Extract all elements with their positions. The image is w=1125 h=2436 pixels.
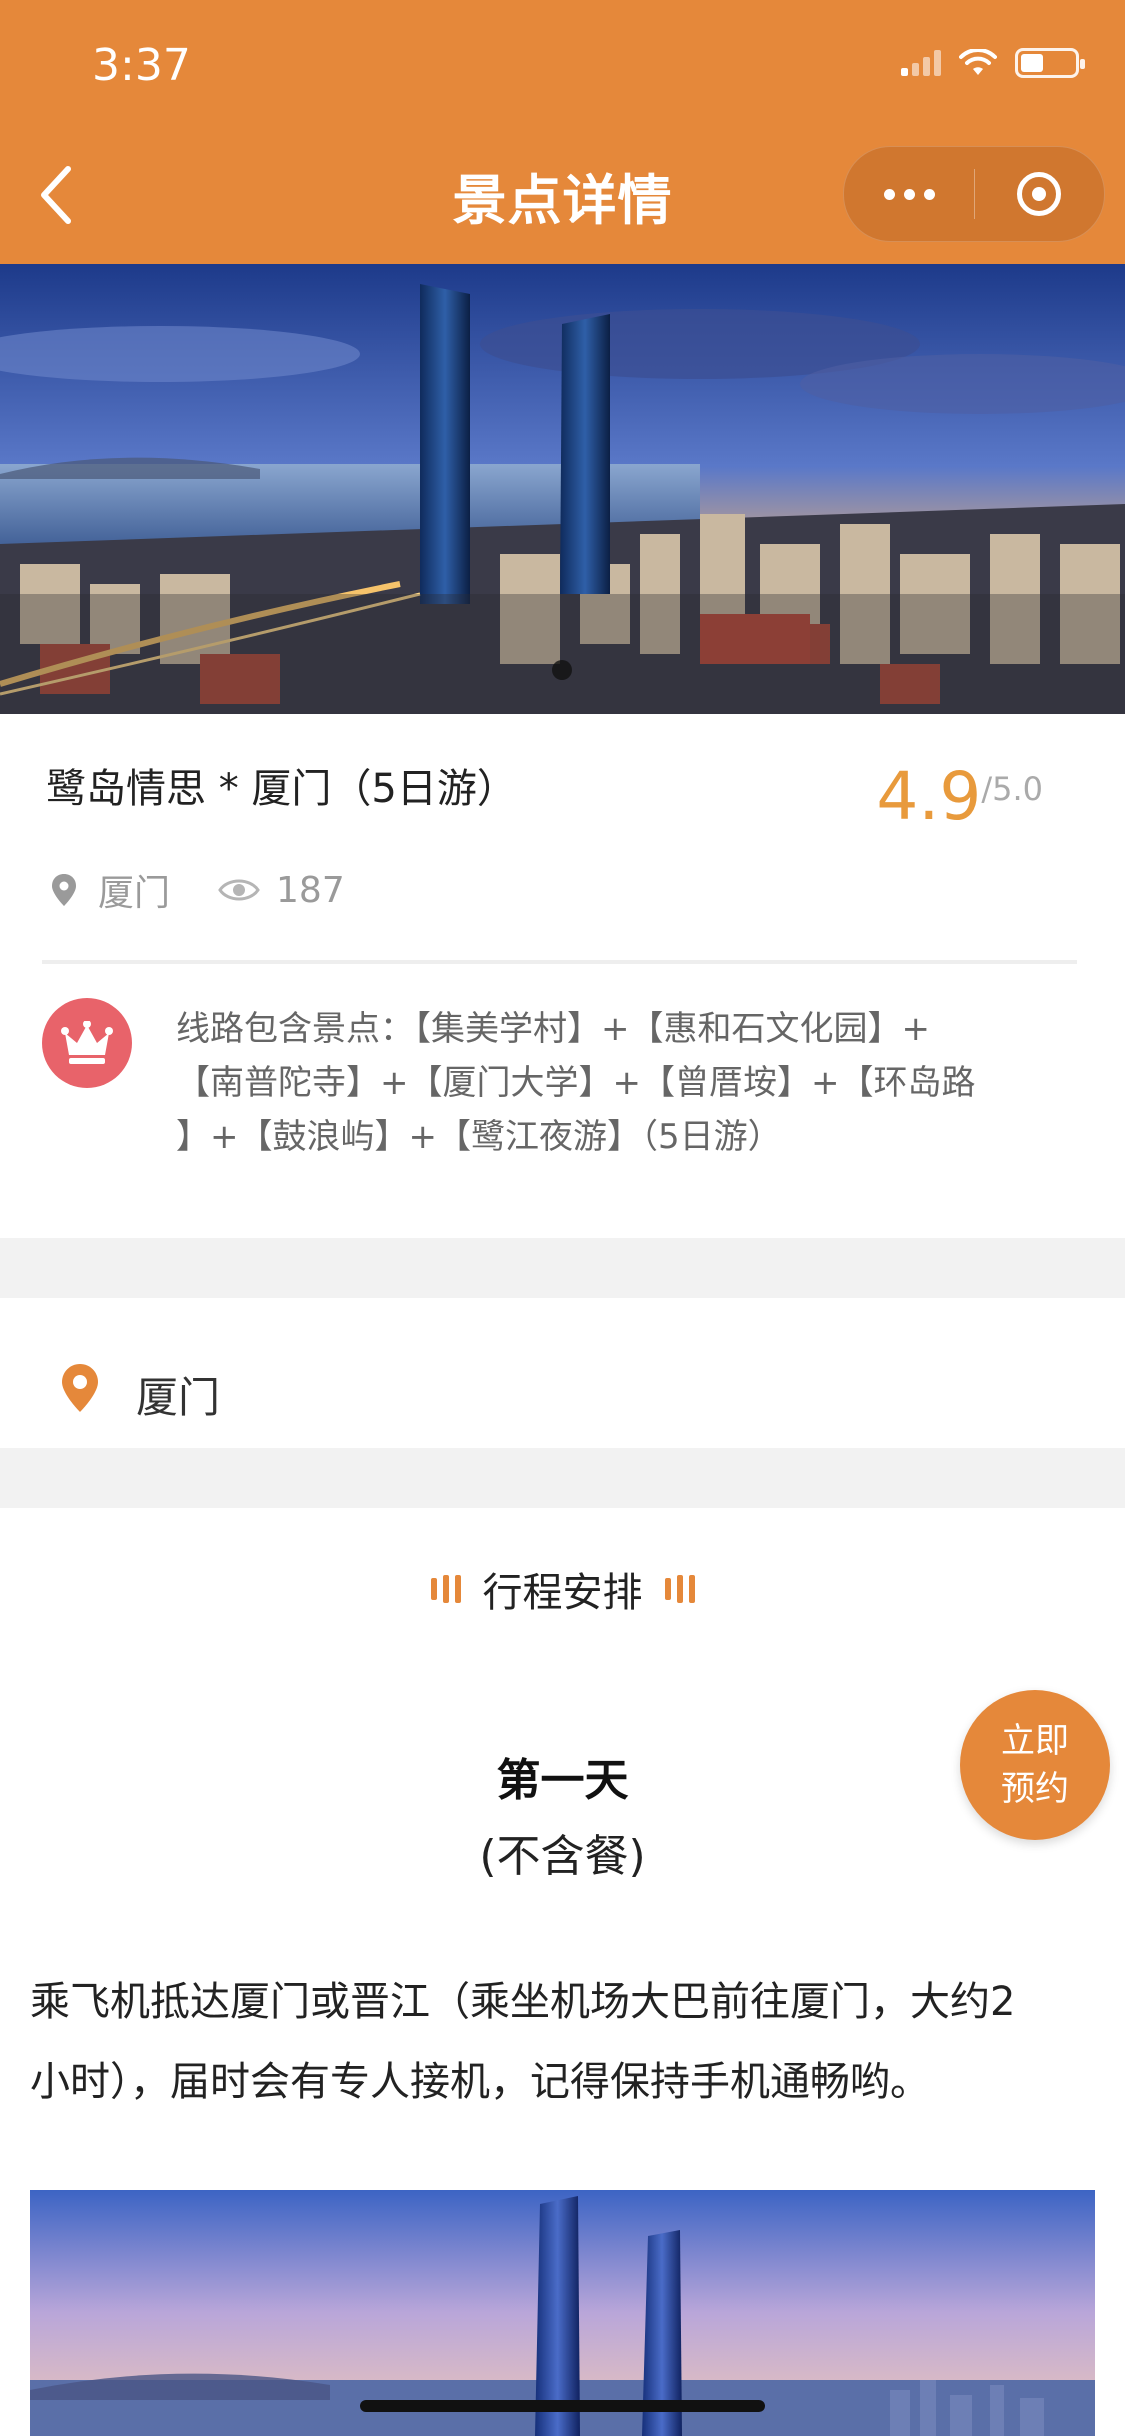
- itinerary-header: 行程安排: [0, 1560, 1125, 1618]
- section-decor-icon: [430, 1575, 461, 1603]
- section-decor-icon: [664, 1575, 695, 1603]
- wifi-icon: [959, 49, 997, 77]
- battery-icon: [1015, 48, 1085, 78]
- hero-image: [0, 264, 1125, 714]
- status-icons: [901, 48, 1085, 78]
- route-description: 线路包含景点：【集美学村】+【惠和石文化园】+ 【南普陀寺】+【厦门大学】+【曾…: [176, 1002, 1016, 1164]
- spot-views: 187: [276, 869, 345, 911]
- spot-title: 鹭岛情思 * 厦门（5日游）: [46, 766, 517, 812]
- eye-icon: [218, 879, 260, 901]
- location-pin-icon: [62, 1364, 98, 1412]
- status-time: 3:37: [92, 40, 191, 91]
- home-indicator: [360, 2400, 765, 2412]
- day-meal-note: (不含餐): [479, 1831, 646, 1882]
- close-icon: [1017, 172, 1061, 216]
- more-button[interactable]: [844, 147, 974, 241]
- more-icon: [883, 188, 895, 200]
- signal-icon: [901, 50, 941, 76]
- route-line-3: 】+【鼓浪屿】+【鹭江夜游】（5日游）: [176, 1117, 782, 1157]
- divider: [42, 960, 1077, 964]
- itinerary-title: 行程安排: [482, 1570, 643, 1616]
- day-description-line-1: 乘飞机抵达厦门或晋江（乘坐机场大巴前往厦门，大约2: [30, 1979, 1016, 2025]
- day-description-line-2: 小时），届时会有专人接机，记得保持手机通畅哟。: [30, 2059, 930, 2105]
- route-line-1: 线路包含景点：【集美学村】+【惠和石文化园】+: [176, 1009, 930, 1049]
- top-bar: 3:37 景点详情: [0, 0, 1125, 264]
- rating-max: /5.0: [981, 770, 1043, 808]
- section-gap: [0, 1448, 1125, 1508]
- close-button[interactable]: [975, 147, 1103, 241]
- day-title: 第一天: [496, 1755, 629, 1806]
- mini-program-capsule: [843, 146, 1105, 242]
- rating-score: 4.9: [876, 758, 982, 835]
- location-pin-icon: [52, 874, 76, 906]
- section-gap: [0, 1238, 1125, 1298]
- location-row-label: 厦门: [136, 1373, 221, 1422]
- spot-location: 厦门: [98, 873, 171, 914]
- day-description: 乘飞机抵达厦门或晋江（乘坐机场大巴前往厦门，大约2 小时），届时会有专人接机，记…: [30, 1962, 1100, 2122]
- crown-icon: [61, 1021, 113, 1064]
- rating: 4.9 /5.0: [876, 764, 1043, 830]
- spot-meta: 厦门 187: [52, 864, 345, 916]
- route-line-2: 【南普陀寺】+【厦门大学】+【曾厝垵】+【环岛路: [176, 1063, 976, 1103]
- crown-badge: [42, 998, 132, 1088]
